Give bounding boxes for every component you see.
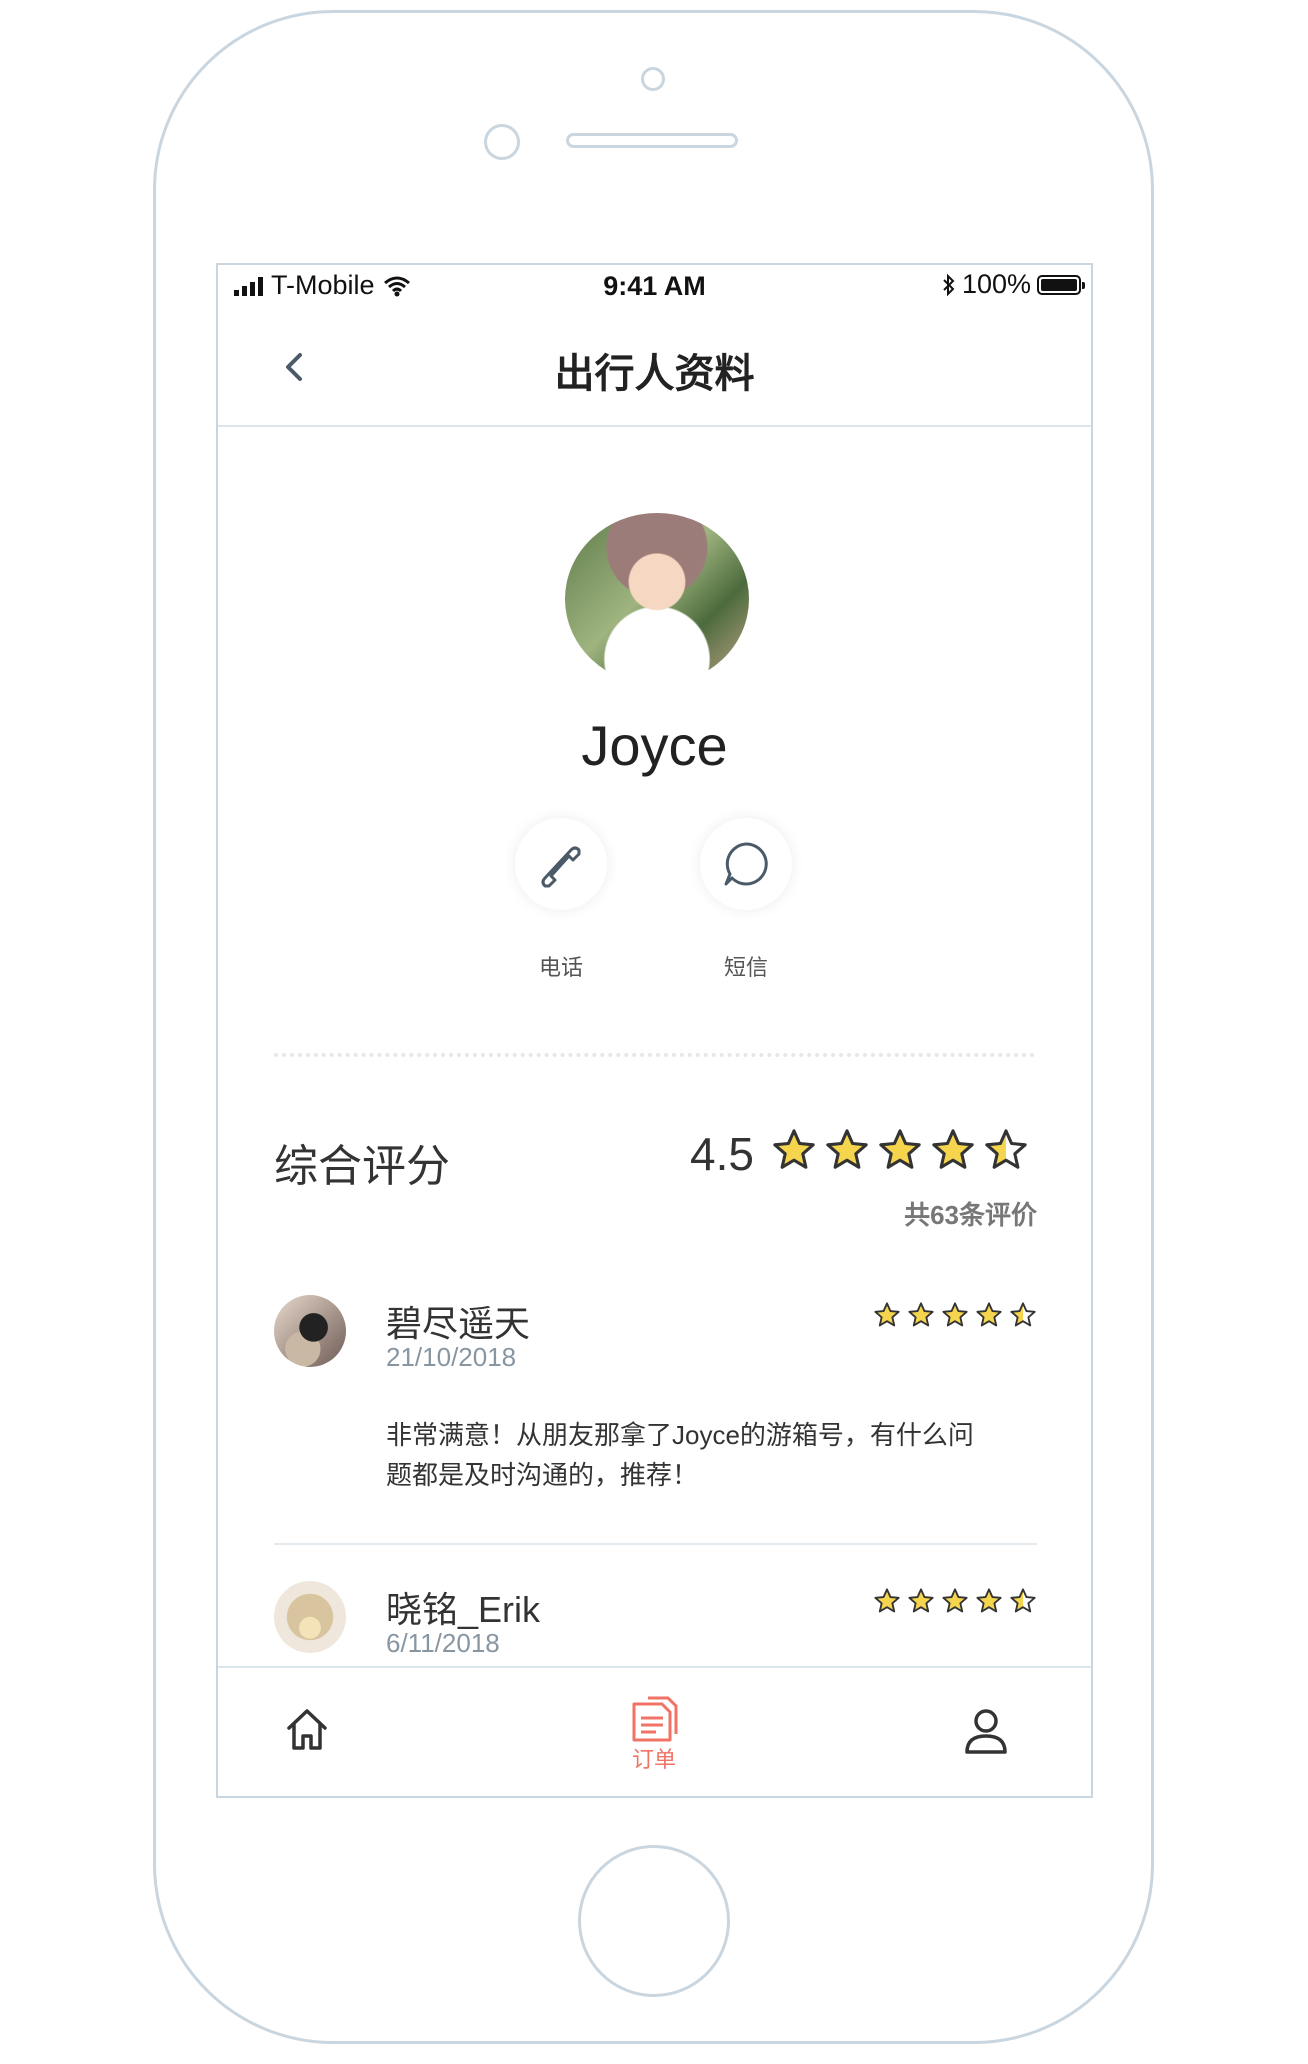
profile-avatar: [565, 513, 749, 685]
battery-percent: 100%: [961, 269, 1031, 299]
home-button[interactable]: [578, 1845, 730, 1997]
review-text-line: 题都是及时沟通的，推荐！: [386, 1460, 699, 1490]
review-date: 6/11/2018: [386, 1628, 500, 1658]
screen: T-Mobile 9:41 AM 100% 出行人资料 Joyce 电话 短信 …: [216, 263, 1093, 1798]
star-icon: [879, 1129, 921, 1169]
rating-score: 4.5: [690, 1128, 754, 1180]
star-icon: [826, 1129, 868, 1169]
bluetooth-icon: [943, 273, 955, 296]
reviewer-avatar: [274, 1581, 346, 1653]
rating-count[interactable]: 共63条评价: [904, 1195, 1037, 1232]
review-text-line: 非常满意！从朋友那拿了Joyce的游箱号，有什么问: [386, 1420, 974, 1450]
tab-profile[interactable]: [961, 1706, 1011, 1761]
battery-icon: [1037, 274, 1085, 295]
star-icon: [942, 1588, 968, 1613]
reviewer-name: 碧尽遥天: [386, 1303, 531, 1344]
front-camera: [641, 67, 665, 91]
review-divider: [274, 1543, 1037, 1545]
star-icon: [908, 1302, 934, 1327]
reviewer-avatar: [274, 1295, 346, 1367]
page-title: 出行人资料: [554, 352, 755, 396]
earpiece-speaker: [566, 133, 738, 148]
status-bar: T-Mobile 9:41 AM 100%: [218, 265, 1091, 303]
star-icon: [1010, 1302, 1036, 1327]
tab-bar: 订单: [218, 1666, 1091, 1796]
star-icon: [942, 1302, 968, 1327]
profile-name: Joyce: [581, 714, 728, 777]
star-icon: [976, 1302, 1002, 1327]
message-button[interactable]: [700, 818, 792, 910]
star-icon: [985, 1129, 1027, 1169]
star-icon: [773, 1129, 815, 1169]
rating-title: 综合评分: [274, 1142, 450, 1191]
home-icon: [287, 1709, 327, 1750]
orders-icon: [632, 1696, 678, 1742]
review-stars: [873, 1587, 1037, 1615]
star-icon: [908, 1588, 934, 1613]
phone-icon: [541, 846, 581, 888]
review-date: 21/10/2018: [386, 1342, 517, 1372]
tab-orders-label: 订单: [631, 1747, 676, 1772]
call-button[interactable]: [515, 818, 607, 910]
section-divider: [274, 1053, 1035, 1057]
rating-stars: [771, 1127, 1029, 1173]
nav-bar: 出行人资料: [218, 303, 1091, 427]
message-icon: [724, 842, 768, 886]
review-text: 非常满意！从朋友那拿了Joyce的游箱号，有什么问 题都是及时沟通的，推荐！: [386, 1415, 1036, 1495]
user-icon: [965, 1709, 1007, 1754]
sensor: [484, 124, 520, 160]
star-icon: [874, 1588, 900, 1613]
call-label: 电话: [538, 955, 583, 980]
star-icon: [976, 1588, 1002, 1613]
star-icon: [932, 1129, 974, 1169]
message-label: 短信: [723, 955, 768, 980]
review-stars: [873, 1301, 1037, 1329]
tab-orders[interactable]: 订单: [628, 1696, 680, 1774]
star-icon: [874, 1302, 900, 1327]
star-icon: [1010, 1588, 1036, 1613]
tab-home[interactable]: [284, 1706, 330, 1757]
reviewer-name: 晓铭_Erik: [386, 1589, 541, 1630]
